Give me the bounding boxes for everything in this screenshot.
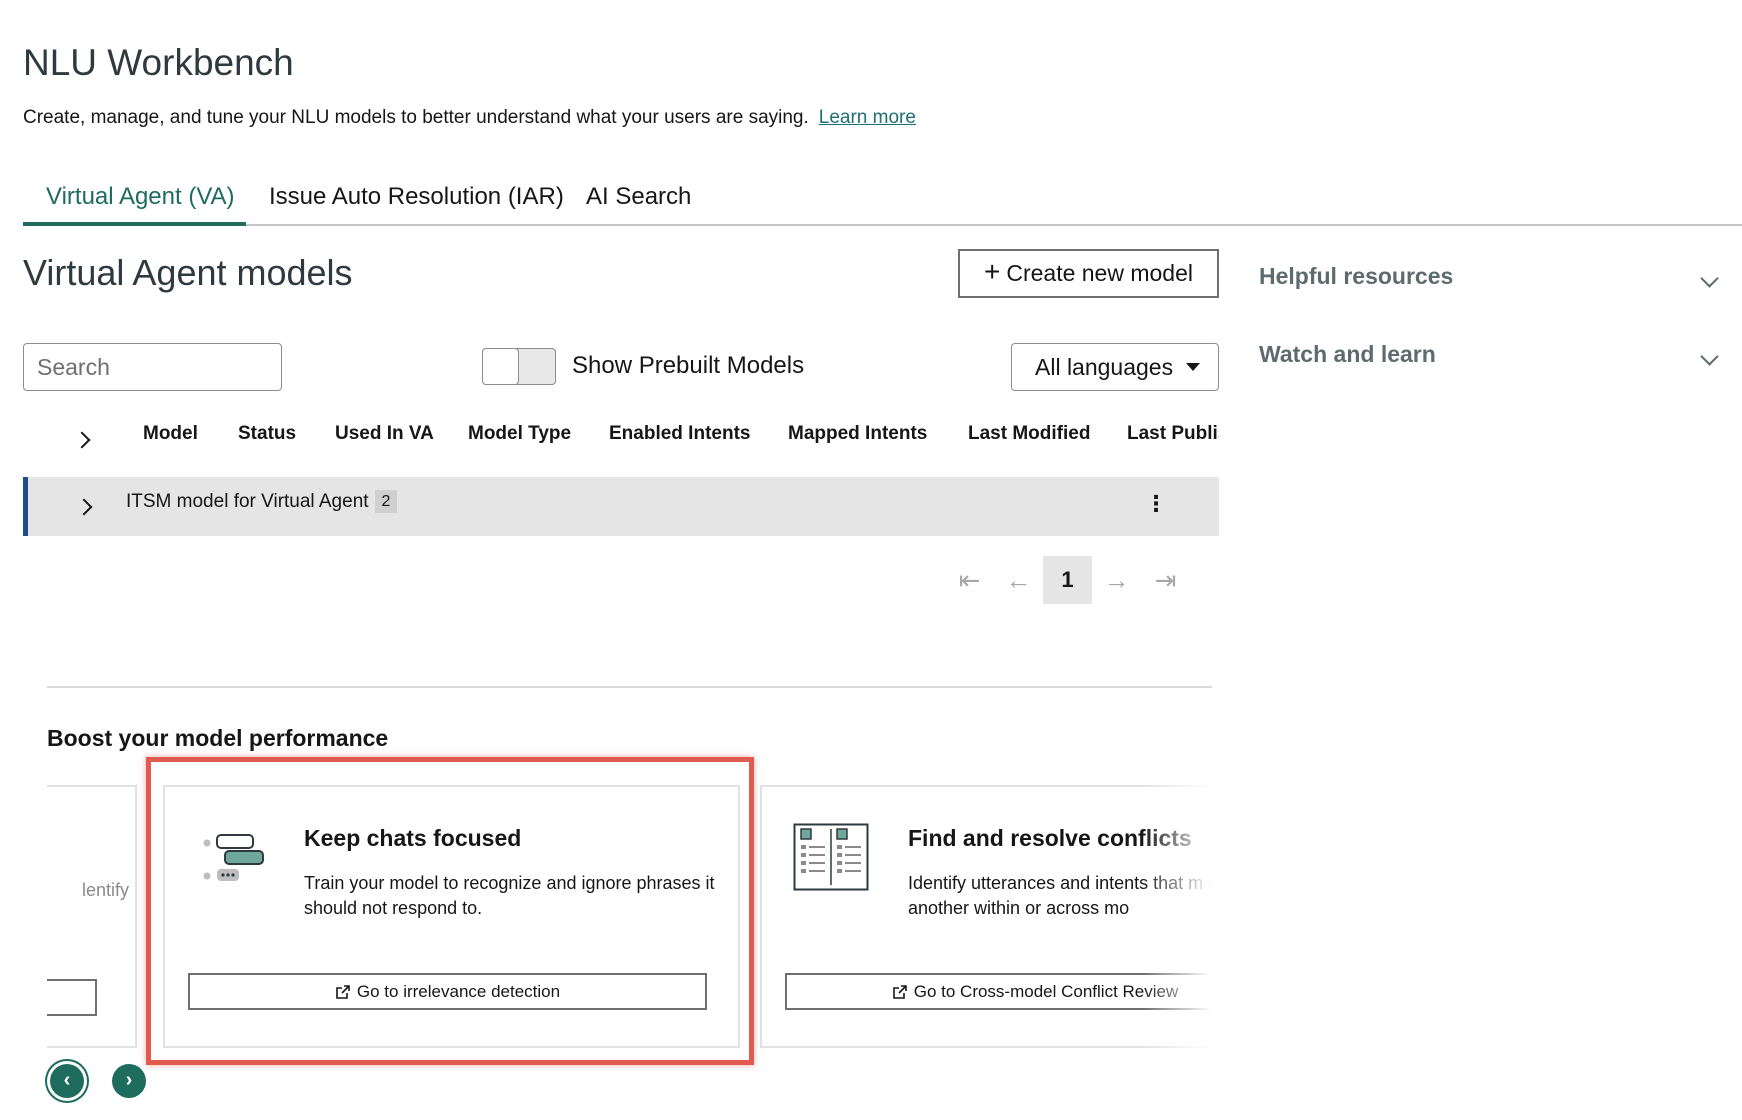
carousel-next-button[interactable]: › — [112, 1064, 146, 1098]
document-grid-icon — [793, 823, 869, 891]
chevron-right-icon: › — [125, 1069, 133, 1091]
previous-page-icon[interactable]: ← — [994, 556, 1043, 604]
column-header-model-type[interactable]: Model Type — [468, 423, 571, 445]
column-header-status[interactable]: Status — [238, 423, 296, 445]
chevron-left-icon: ‹ — [63, 1069, 71, 1091]
current-page[interactable]: 1 — [1043, 556, 1092, 604]
model-count-badge: 2 — [375, 490, 397, 513]
create-new-model-button[interactable]: + Create new model — [958, 249, 1219, 298]
carousel-prev-button[interactable]: ‹ — [50, 1064, 84, 1098]
button-label: Go to irrelevance detection — [356, 981, 561, 1001]
page-title: NLU Workbench — [23, 42, 294, 83]
expand-row-chevron-icon[interactable] — [75, 498, 93, 516]
search-input[interactable] — [23, 343, 282, 391]
boost-card-partial: lentify — [47, 785, 137, 1048]
plus-icon: + — [983, 256, 1001, 287]
card-description: Identify utterances and intents that m w… — [908, 873, 1212, 918]
language-select[interactable]: All languages — [1011, 343, 1219, 391]
column-header-model[interactable]: Model — [143, 423, 198, 445]
overflow-menu-icon[interactable]: ⋮ — [1145, 493, 1167, 515]
page-subtitle: Create, manage, and tune your NLU models… — [23, 107, 916, 129]
create-new-model-label: Create new model — [1006, 260, 1193, 286]
table-row[interactable]: ITSM model for Virtual Agent 2 ⋮ — [23, 477, 1219, 536]
helpful-resources-accordion[interactable]: Helpful resources — [1259, 263, 1453, 290]
boost-carousel: lentify Keep chats focused Train your mo… — [47, 770, 1212, 1070]
prebuilt-models-label: Show Prebuilt Models — [572, 352, 805, 379]
column-header-enabled-intents[interactable]: Enabled Intents — [609, 423, 750, 445]
boost-card-keep-chats-focused: Keep chats focused Train your model to r… — [163, 785, 740, 1048]
pagination: ⇤ ← 1 → ⇥ — [945, 556, 1190, 604]
column-header-last-published[interactable]: Last Publis — [1127, 423, 1219, 445]
page-subtitle-text: Create, manage, and tune your NLU models… — [23, 107, 809, 128]
section-title: Virtual Agent models — [23, 252, 353, 293]
column-header-mapped-intents[interactable]: Mapped Intents — [788, 423, 927, 445]
card-title: Keep chats focused — [304, 825, 522, 851]
chat-bubbles-icon — [203, 834, 264, 881]
chevron-down-icon[interactable] — [1700, 269, 1719, 288]
active-tab-indicator — [23, 222, 246, 226]
irrelevance-detection-button[interactable]: Go to irrelevance detection — [188, 973, 707, 1010]
button-label: Go to Cross-model Conflict Review — [913, 981, 1179, 1001]
column-header-last-modified[interactable]: Last Modified — [968, 423, 1090, 445]
column-header-used-in-va[interactable]: Used In VA — [335, 423, 434, 445]
card-description: Train your model to recognize and ignore… — [304, 873, 715, 918]
model-name[interactable]: ITSM model for Virtual Agent — [126, 491, 369, 513]
tab-bar: Virtual Agent (VA) Issue Auto Resolution… — [23, 178, 1742, 226]
prebuilt-models-toggle[interactable] — [482, 348, 556, 385]
external-link-icon — [336, 984, 350, 999]
partial-card-button[interactable] — [47, 979, 97, 1016]
watch-and-learn-accordion[interactable]: Watch and learn — [1259, 341, 1436, 368]
boost-title: Boost your model performance — [47, 725, 389, 751]
learn-more-link[interactable]: Learn more — [819, 107, 916, 128]
tab-issue-auto-resolution[interactable]: Issue Auto Resolution (IAR) — [269, 183, 564, 223]
chevron-down-icon[interactable] — [1700, 347, 1719, 366]
table-header: Model Status Used In VA Model Type Enabl… — [23, 420, 1219, 458]
partial-card-text: lentify — [81, 880, 129, 900]
cross-model-conflict-review-button[interactable]: Go to Cross-model Conflict Review — [785, 973, 1212, 1010]
caret-down-icon — [1186, 363, 1200, 371]
card-title: Find and resolve conflicts — [908, 825, 1192, 851]
tab-ai-search[interactable]: AI Search — [586, 183, 691, 223]
last-page-icon[interactable]: ⇥ — [1141, 556, 1190, 604]
tab-virtual-agent[interactable]: Virtual Agent (VA) — [46, 183, 235, 223]
external-link-icon — [892, 984, 907, 999]
boost-card-find-resolve-conflicts: Find and resolve conflicts Identify utte… — [760, 785, 1212, 1048]
first-page-icon[interactable]: ⇤ — [945, 556, 994, 604]
expand-all-chevron-icon[interactable] — [73, 431, 91, 449]
next-page-icon[interactable]: → — [1092, 556, 1141, 604]
section-divider — [47, 686, 1212, 688]
toggle-knob — [482, 348, 519, 385]
language-select-value: All languages — [1035, 353, 1174, 380]
